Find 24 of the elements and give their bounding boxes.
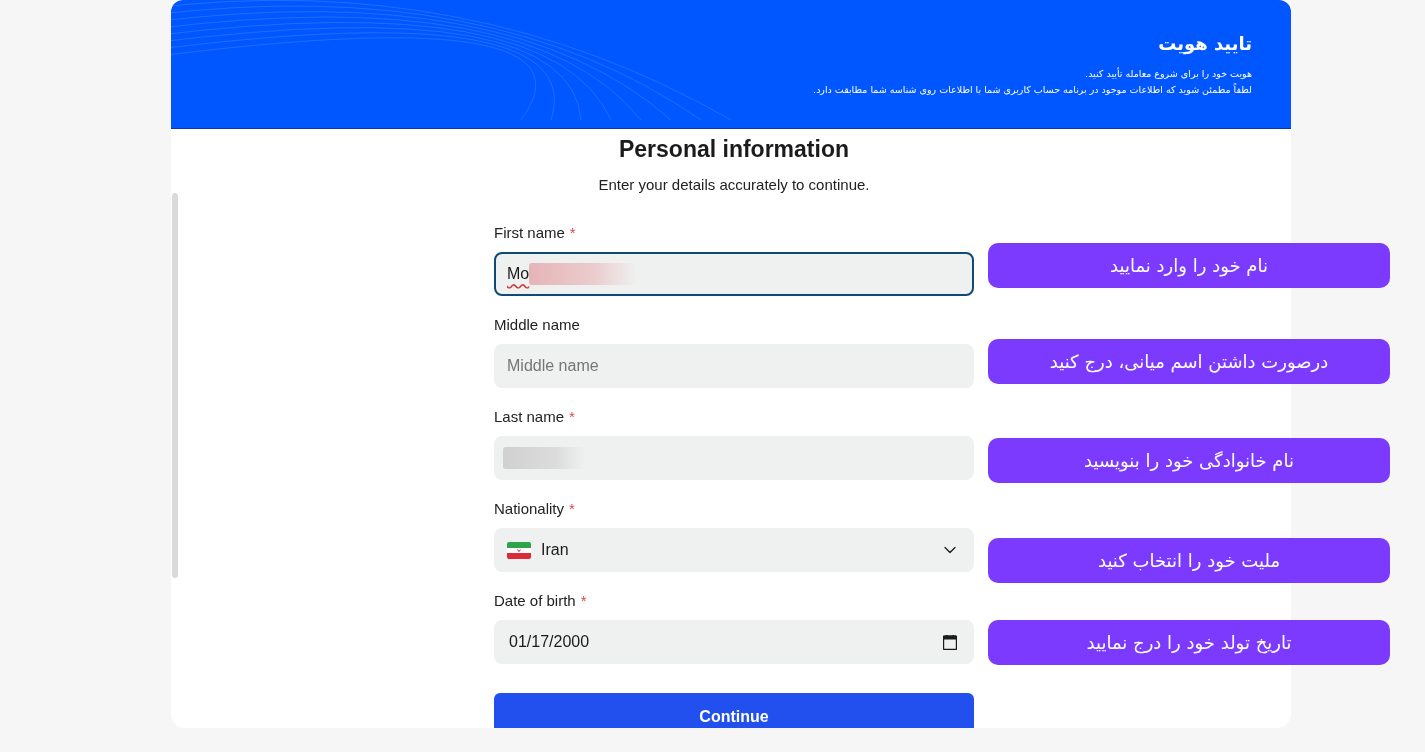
field-label: Date of birth * [494, 591, 587, 611]
annotation-callout: ملیت خود را انتخاب کنید [988, 538, 1390, 583]
form-title: Personal information [618, 135, 849, 163]
text-input-field[interactable]: Middle name [494, 344, 974, 388]
scrollbar-thumb[interactable] [172, 193, 178, 578]
text-input-field[interactable] [494, 436, 974, 480]
annotation-callout: نام خانوادگی خود را بنویسید [988, 438, 1390, 483]
flag-icon [507, 541, 531, 559]
header-description: هویت خود را برای شروع معامله تأیید کنید. [1085, 66, 1252, 81]
date-input-field[interactable]: 01/17/2000 [494, 620, 974, 664]
header-title: تایید هویت [1158, 32, 1252, 57]
field-label: Last name * [494, 407, 575, 427]
text-input-field[interactable]: Mo [494, 252, 974, 296]
header-description: لطفاً مطمئن شوید که اطلاعات موجود در برنامه حساب کاربری شما با اطلاعات روی شناسه شما مطابقت دارد. [813, 82, 1252, 97]
calendar-icon[interactable] [943, 634, 957, 650]
annotation-callout: نام خود را وارد نمایید [988, 243, 1390, 288]
field-label: First name * [494, 223, 576, 243]
field-label: Nationality * [494, 499, 575, 519]
annotation-callout: تاریخ تولد خود را درج نمایید [988, 620, 1390, 665]
annotation-callout: درصورت داشتن اسم میانی، درج کنید [988, 339, 1390, 384]
continue-button[interactable]: Continue [494, 693, 974, 728]
field-label: Middle name [494, 315, 580, 335]
select-field[interactable]: Iran [494, 528, 974, 572]
form-subtitle: Enter your details accurately to continue. [598, 175, 870, 195]
